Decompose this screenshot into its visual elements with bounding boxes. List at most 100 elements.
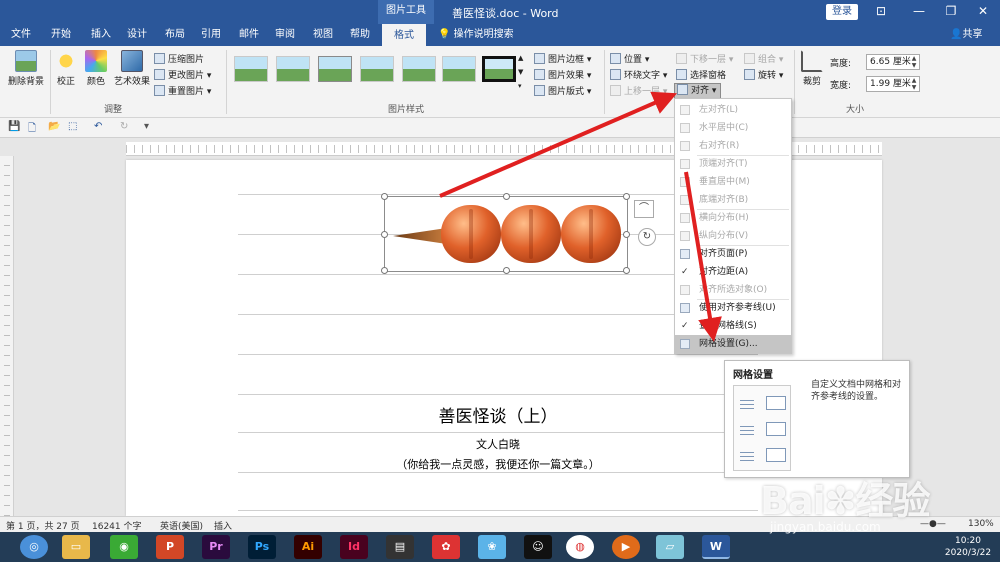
menu-item-3[interactable]: 顶端对齐(T): [675, 155, 791, 173]
remove-background-button[interactable]: 删除背景: [4, 50, 48, 87]
photoshop-icon[interactable]: Ps: [248, 535, 276, 559]
restore-button[interactable]: ❐: [936, 0, 966, 24]
menu-item-13[interactable]: 网格设置(G)...: [675, 335, 791, 353]
illustrator-icon[interactable]: Ai: [294, 535, 322, 559]
height-spinner-icon[interactable]: ▲ ▼: [909, 55, 919, 69]
video-editor-icon[interactable]: ▤: [386, 535, 414, 559]
open-icon[interactable]: 📂: [48, 121, 60, 132]
login-button[interactable]: 登录: [826, 4, 858, 20]
tab-design[interactable]: 设计: [122, 24, 152, 46]
styles-scroll-up[interactable]: ▲: [518, 54, 523, 62]
picture-style-5[interactable]: [402, 56, 436, 82]
page-count[interactable]: 第 1 页，共 27 页: [6, 519, 80, 532]
menu-item-9[interactable]: ✓ 对齐边距(A): [675, 263, 791, 281]
picture-layout-button[interactable]: 图片版式 ▾: [534, 84, 591, 97]
new-document-icon[interactable]: 🗋: [28, 121, 36, 138]
menu-item-2[interactable]: 右对齐(R): [675, 137, 791, 155]
reset-picture-button[interactable]: 重置图片 ▾: [154, 84, 211, 97]
bring-forward-button[interactable]: 上移一层 ▾: [610, 84, 667, 97]
menu-item-0[interactable]: 左对齐(L): [675, 101, 791, 119]
resize-handle[interactable]: [623, 193, 630, 200]
resize-handle[interactable]: [381, 193, 388, 200]
styles-scroll-down[interactable]: ▼: [518, 68, 523, 76]
position-button[interactable]: 位置 ▾: [610, 52, 649, 65]
tab-home[interactable]: 开始: [46, 24, 76, 46]
selection-pane-button[interactable]: 选择窗格: [676, 68, 726, 81]
indesign-icon[interactable]: Id: [340, 535, 368, 559]
picture-style-6[interactable]: [442, 56, 476, 82]
width-input[interactable]: 1.99 厘米 ▲ ▼: [866, 76, 920, 92]
selected-picture[interactable]: [381, 193, 630, 274]
picture-border-button[interactable]: 图片边框 ▾: [534, 52, 591, 65]
change-picture-button[interactable]: 更改图片 ▾: [154, 68, 211, 81]
tab-help[interactable]: 帮助: [344, 24, 376, 46]
insert-mode[interactable]: 插入: [214, 519, 232, 532]
styles-more[interactable]: ▾: [518, 82, 522, 90]
align-button[interactable]: 对齐 ▾: [674, 83, 722, 99]
crop-button[interactable]: 裁剪: [798, 50, 826, 87]
corrections-button[interactable]: 校正: [52, 50, 80, 87]
wrap-text-button[interactable]: 环绕文字 ▾: [610, 68, 667, 81]
resize-handle[interactable]: [381, 231, 388, 238]
tab-file[interactable]: 文件: [6, 24, 36, 46]
picture-style-4[interactable]: [360, 56, 394, 82]
chrome-icon[interactable]: ◍: [566, 535, 594, 559]
rotate-handle-icon[interactable]: ↻: [638, 228, 656, 246]
close-button[interactable]: ✕: [968, 0, 998, 24]
compress-pictures-button[interactable]: 压缩图片: [154, 52, 204, 65]
menu-item-7[interactable]: 纵向分布(V): [675, 227, 791, 245]
redo-icon[interactable]: ↻: [120, 121, 128, 132]
rotate-button[interactable]: 旋转 ▾: [744, 68, 783, 81]
picture-style-1[interactable]: [234, 56, 268, 82]
layout-options-icon[interactable]: ⌒: [634, 200, 654, 218]
powerpoint-icon[interactable]: P: [156, 535, 184, 559]
customize-qat-icon[interactable]: ▾: [144, 121, 149, 132]
media-player-icon[interactable]: ▶: [612, 535, 640, 559]
premiere-icon[interactable]: Pr: [202, 535, 230, 559]
width-spinner-icon[interactable]: ▲ ▼: [909, 77, 919, 91]
send-backward-button[interactable]: 下移一层 ▾: [676, 52, 733, 65]
word-count[interactable]: 16241 个字: [92, 519, 142, 532]
undo-icon[interactable]: ↶: [94, 121, 102, 132]
word-taskbar-icon[interactable]: W: [702, 535, 730, 559]
group-button[interactable]: 组合 ▾: [744, 52, 783, 65]
qq-icon[interactable]: ☺: [524, 535, 552, 559]
tab-insert[interactable]: 插入: [86, 24, 116, 46]
menu-item-4[interactable]: 垂直居中(M): [675, 173, 791, 191]
resize-handle[interactable]: [623, 231, 630, 238]
menu-item-11[interactable]: 使用对齐参考线(U): [675, 299, 791, 317]
system-clock[interactable]: 10:20 2020/3/22: [940, 535, 996, 559]
zoom-level[interactable]: 130%: [968, 519, 994, 529]
tab-review[interactable]: 审阅: [270, 24, 300, 46]
resize-handle[interactable]: [623, 267, 630, 274]
vertical-ruler[interactable]: [0, 156, 14, 516]
minimize-button[interactable]: —: [904, 0, 934, 24]
tab-format[interactable]: 格式: [382, 24, 426, 46]
language[interactable]: 英语(美国): [160, 519, 203, 532]
photo-app-icon[interactable]: ✿: [432, 535, 460, 559]
browser-icon[interactable]: ◎: [20, 535, 48, 559]
height-input[interactable]: 6.65 厘米 ▲ ▼: [866, 54, 920, 70]
picture-style-3[interactable]: [318, 56, 352, 82]
color-button[interactable]: 颜色: [82, 50, 110, 87]
share-button[interactable]: 👤共享: [950, 24, 982, 46]
resize-handle[interactable]: [381, 267, 388, 274]
menu-item-5[interactable]: 底端对齐(B): [675, 191, 791, 209]
tab-view[interactable]: 视图: [308, 24, 338, 46]
tab-references[interactable]: 引用: [196, 24, 226, 46]
menu-item-12[interactable]: ✓ 查看网格线(S): [675, 317, 791, 335]
tab-layout[interactable]: 布局: [160, 24, 190, 46]
save-icon[interactable]: 💾: [8, 121, 20, 132]
resize-handle[interactable]: [503, 267, 510, 274]
wechat-icon[interactable]: ◉: [110, 535, 138, 559]
menu-item-1[interactable]: 水平居中(C): [675, 119, 791, 137]
artistic-effects-button[interactable]: 艺术效果: [112, 50, 152, 87]
tell-me-search[interactable]: 💡 操作说明搜索: [438, 24, 514, 46]
ribbon-display-options-button[interactable]: ⊡: [866, 0, 896, 24]
picture-effects-button[interactable]: 图片效果 ▾: [534, 68, 591, 81]
file-explorer-icon[interactable]: ▭: [62, 535, 90, 559]
menu-item-6[interactable]: 横向分布(H): [675, 209, 791, 227]
menu-item-8[interactable]: 对齐页面(P): [675, 245, 791, 263]
tab-mailings[interactable]: 邮件: [234, 24, 264, 46]
picture-style-2[interactable]: [276, 56, 310, 82]
